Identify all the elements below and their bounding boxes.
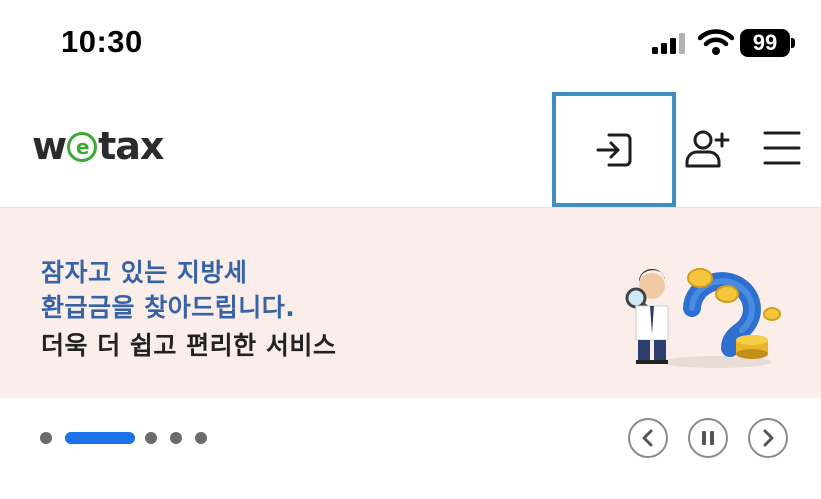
carousel-pause-button[interactable]: [688, 418, 728, 458]
pause-icon: [702, 431, 714, 445]
person-add-icon[interactable]: [684, 128, 730, 170]
carousel-prev-button[interactable]: [628, 418, 668, 458]
app-header: w e tax: [0, 86, 821, 209]
chevron-left-icon: [642, 429, 653, 447]
logo-text-e: e: [67, 132, 98, 162]
carousel-dot-2-active[interactable]: [65, 432, 135, 444]
hamburger-menu-icon[interactable]: [763, 128, 801, 168]
wetax-logo[interactable]: w e tax: [32, 124, 164, 168]
banner-line-1: 잠자고 있는 지방세: [41, 258, 248, 287]
promo-banner[interactable]: 잠자고 있는 지방세 환급금을 찾아드립니다. 더욱 더 쉽고 편리한 서비스: [0, 208, 821, 398]
carousel-dot-3[interactable]: [145, 432, 157, 444]
carousel-dot-4[interactable]: [170, 432, 182, 444]
refund-search-illustration: [625, 268, 781, 368]
login-button[interactable]: [552, 92, 676, 207]
logo-text-tax: tax: [98, 124, 164, 168]
chevron-right-icon: [763, 429, 774, 447]
battery-cap: [791, 38, 795, 48]
banner-line-3: 더욱 더 쉽고 편리한 서비스: [41, 331, 337, 360]
logo-text-w: w: [32, 124, 67, 168]
status-time: 10:30: [61, 24, 143, 59]
banner-line-2: 환급금을 찾아드립니다.: [41, 293, 296, 322]
carousel-controls: [0, 398, 821, 499]
cellular-signal-icon: [652, 33, 685, 54]
battery-icon: 99: [740, 29, 796, 57]
carousel-dot-5[interactable]: [195, 432, 207, 444]
battery-level: 99: [740, 29, 790, 57]
status-bar: 10:30 99: [0, 0, 821, 86]
carousel-dot-1[interactable]: [40, 432, 52, 444]
wifi-icon: [698, 29, 734, 55]
login-icon: [596, 133, 632, 166]
carousel-next-button[interactable]: [748, 418, 788, 458]
